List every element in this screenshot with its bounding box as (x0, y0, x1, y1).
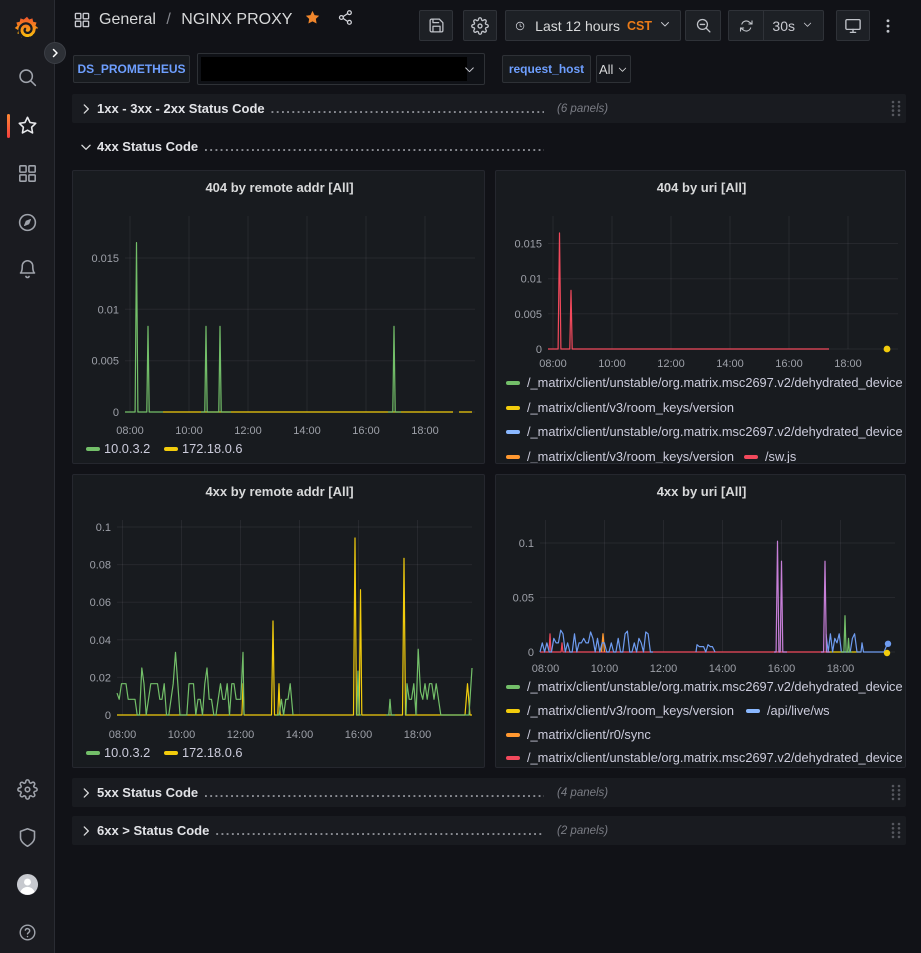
svg-text:0: 0 (105, 710, 111, 722)
svg-text:16:00: 16:00 (775, 358, 803, 370)
svg-text:12:00: 12:00 (234, 425, 262, 437)
svg-text:/_matrix/client/v3/room_keys/v: /_matrix/client/v3/room_keys/version (527, 703, 734, 718)
svg-text:/_matrix/client/unstable/org.m: /_matrix/client/unstable/org.matrix.msc2… (527, 424, 903, 439)
svg-text:18:00: 18:00 (404, 729, 432, 741)
svg-text:/_matrix/client/v3/room_keys/v: /_matrix/client/v3/room_keys/version (527, 400, 734, 415)
svg-text:12:00: 12:00 (657, 358, 685, 370)
svg-text:0.06: 0.06 (90, 597, 111, 609)
svg-text:08:00: 08:00 (116, 425, 144, 437)
svg-text:404 by remote addr [All]: 404 by remote addr [All] (205, 180, 353, 195)
svg-text:/_matrix/client/unstable/org.m: /_matrix/client/unstable/org.matrix.msc2… (527, 750, 903, 765)
svg-text:10:00: 10:00 (175, 425, 203, 437)
svg-text:08:00: 08:00 (539, 358, 567, 370)
svg-text:0.005: 0.005 (514, 309, 542, 321)
svg-text:4xx by remote addr [All]: 4xx by remote addr [All] (205, 484, 353, 499)
svg-text:0.005: 0.005 (91, 356, 119, 368)
svg-text:/_matrix/client/unstable/org.m: /_matrix/client/unstable/org.matrix.msc2… (527, 679, 903, 694)
svg-text:16:00: 16:00 (345, 729, 373, 741)
svg-text:10:00: 10:00 (591, 663, 619, 675)
svg-text:0: 0 (536, 344, 542, 356)
svg-text:0: 0 (528, 647, 534, 659)
svg-text:/sw.js: /sw.js (765, 449, 796, 464)
svg-text:0: 0 (113, 407, 119, 419)
svg-text:10:00: 10:00 (168, 729, 196, 741)
svg-text:0.08: 0.08 (90, 560, 111, 572)
svg-text:14:00: 14:00 (716, 358, 744, 370)
svg-text:0.1: 0.1 (96, 522, 111, 534)
svg-text:0.04: 0.04 (90, 635, 111, 647)
svg-text:0.015: 0.015 (514, 239, 542, 251)
svg-text:/api/live/ws: /api/live/ws (767, 703, 830, 718)
svg-text:12:00: 12:00 (227, 729, 255, 741)
svg-text:16:00: 16:00 (768, 663, 796, 675)
svg-text:0.01: 0.01 (521, 274, 542, 286)
svg-text:08:00: 08:00 (532, 663, 560, 675)
svg-text:18:00: 18:00 (834, 358, 862, 370)
svg-text:4xx by uri [All]: 4xx by uri [All] (657, 484, 747, 499)
svg-text:0.02: 0.02 (90, 672, 111, 684)
svg-text:/_matrix/client/r0/sync: /_matrix/client/r0/sync (527, 727, 651, 742)
svg-text:172.18.0.6: 172.18.0.6 (182, 745, 243, 760)
svg-text:10:00: 10:00 (598, 358, 626, 370)
svg-text:/_matrix/client/unstable/org.m: /_matrix/client/unstable/org.matrix.msc2… (527, 375, 903, 390)
svg-text:18:00: 18:00 (411, 425, 439, 437)
svg-text:10.0.3.2: 10.0.3.2 (104, 441, 150, 456)
svg-text:12:00: 12:00 (650, 663, 678, 675)
svg-text:14:00: 14:00 (293, 425, 321, 437)
svg-text:172.18.0.6: 172.18.0.6 (182, 441, 243, 456)
svg-text:14:00: 14:00 (286, 729, 314, 741)
svg-text:14:00: 14:00 (709, 663, 737, 675)
svg-text:10.0.3.2: 10.0.3.2 (104, 745, 150, 760)
svg-text:18:00: 18:00 (827, 663, 855, 675)
svg-text:0.01: 0.01 (98, 304, 119, 316)
svg-text:/_matrix/client/v3/room_keys/v: /_matrix/client/v3/room_keys/version (527, 449, 734, 464)
svg-text:16:00: 16:00 (352, 425, 380, 437)
svg-text:404 by uri [All]: 404 by uri [All] (657, 180, 747, 195)
svg-text:0.015: 0.015 (91, 253, 119, 265)
svg-text:08:00: 08:00 (109, 729, 137, 741)
svg-text:0.1: 0.1 (519, 538, 534, 550)
svg-text:0.05: 0.05 (513, 593, 534, 605)
